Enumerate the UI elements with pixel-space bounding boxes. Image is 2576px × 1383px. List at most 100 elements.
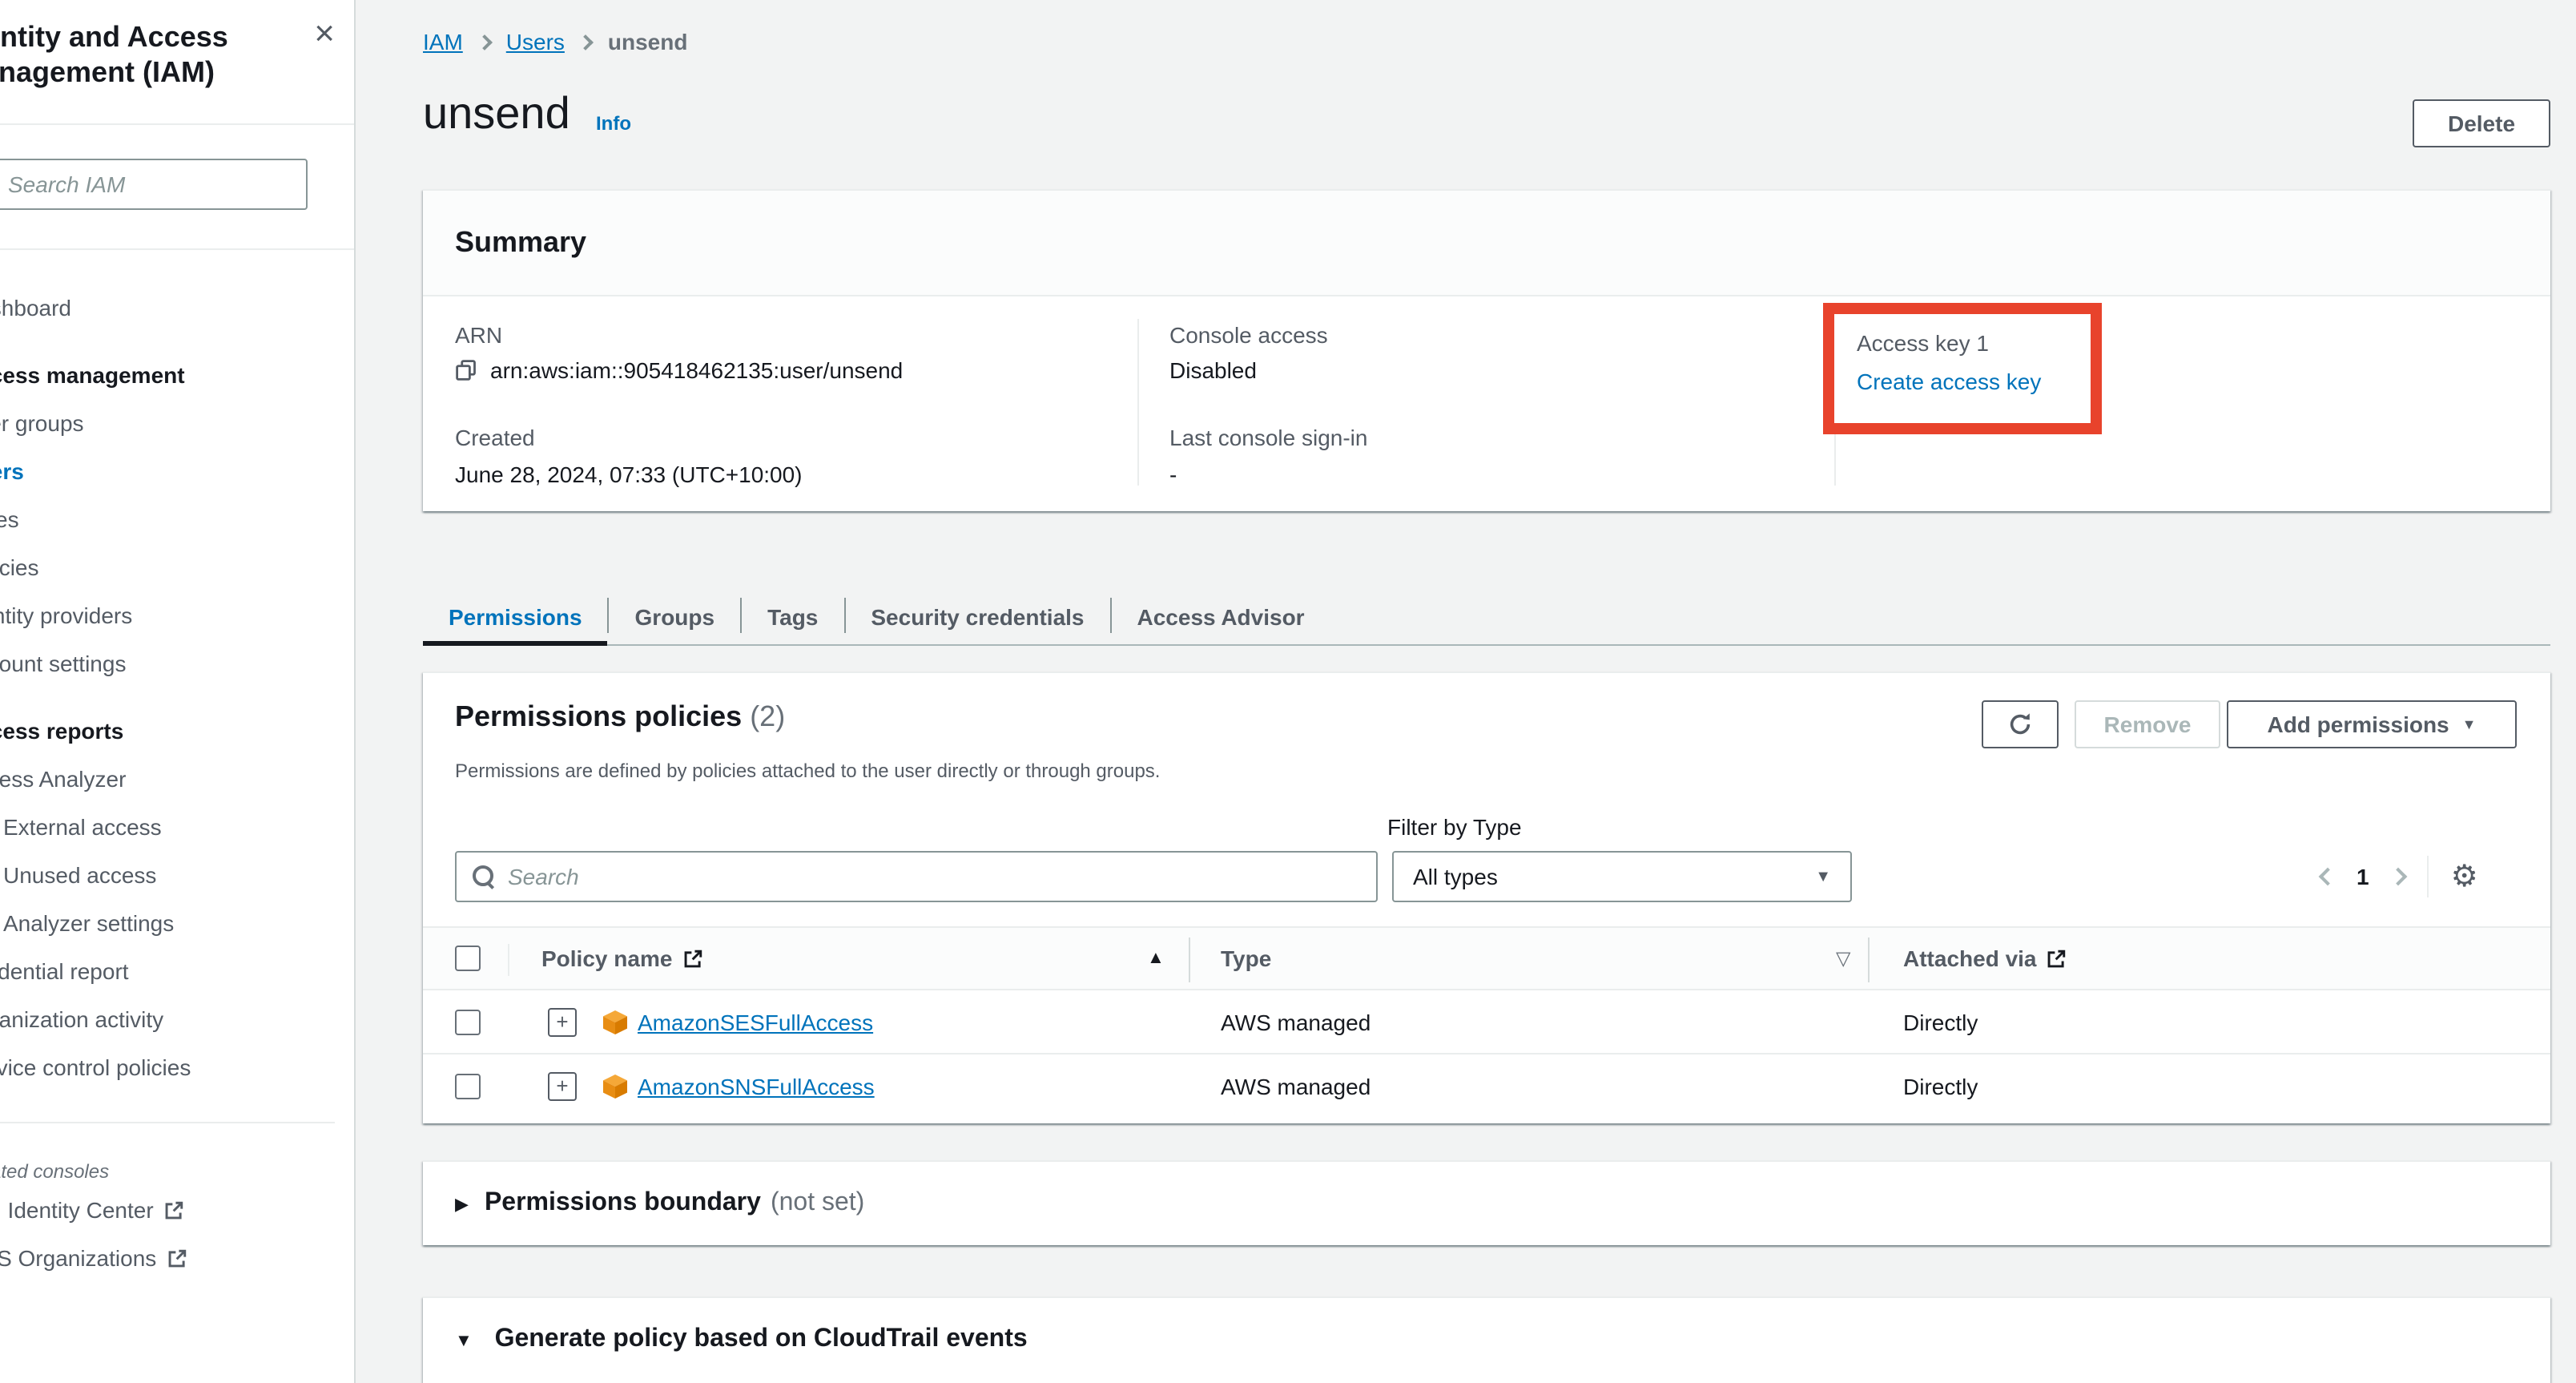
divider	[0, 123, 354, 125]
expand-down-icon[interactable]: ▼	[455, 1332, 473, 1351]
page-number[interactable]: 1	[2357, 864, 2369, 889]
table-row: + AmazonSNSFullAccess AWS managed Direct…	[423, 1054, 2550, 1119]
close-icon[interactable]: ×	[314, 16, 335, 51]
boundary-heading: Permissions boundary	[485, 1189, 761, 1218]
sidebar-item-external-access[interactable]: External access	[0, 803, 354, 851]
sidebar-nav: Dashboard Access management User groups …	[0, 284, 354, 1091]
search-icon	[473, 865, 495, 888]
policy-attached-via: Directly	[1903, 1074, 1978, 1099]
sidebar-item-roles[interactable]: Roles	[0, 495, 354, 543]
sidebar-item-dashboard[interactable]: Dashboard	[0, 284, 354, 332]
sidebar-item-account-settings[interactable]: Account settings	[0, 639, 354, 687]
remove-button[interactable]: Remove	[2075, 700, 2220, 748]
select-all-checkbox[interactable]	[455, 946, 481, 971]
breadcrumb: IAM Users unsend	[423, 29, 687, 54]
link-label: AWS Organizations	[0, 1245, 156, 1271]
created-label: Created	[455, 425, 535, 450]
filter-icon[interactable]: ▽	[1836, 947, 1850, 970]
tab-permissions[interactable]: Permissions	[423, 593, 608, 646]
column-type[interactable]: Type	[1221, 946, 1271, 971]
add-permissions-label: Add permissions	[2267, 712, 2449, 737]
create-access-key-link[interactable]: Create access key	[1857, 369, 2041, 394]
sidebar-item-aws-organizations[interactable]: AWS Organizations	[0, 1234, 354, 1282]
divider	[508, 944, 509, 976]
managed-policy-icon	[602, 1074, 628, 1099]
sidebar-item-analyzer-settings[interactable]: Analyzer settings	[0, 899, 354, 947]
link-label: IAM Identity Center	[0, 1197, 154, 1223]
last-signin-label: Last console sign-in	[1169, 425, 1368, 450]
breadcrumb-users-link[interactable]: Users	[506, 29, 565, 54]
boundary-not-set: (not set)	[771, 1189, 864, 1218]
sidebar-item-credential-report[interactable]: Credential report	[0, 947, 354, 995]
sidebar-item-user-groups[interactable]: User groups	[0, 399, 354, 447]
related-consoles-heading: Related consoles	[0, 1157, 354, 1186]
sidebar-item-identity-providers[interactable]: Identity providers	[0, 591, 354, 639]
tab-groups[interactable]: Groups	[610, 593, 741, 646]
sidebar-item-users[interactable]: Users	[0, 447, 354, 495]
row-checkbox[interactable]	[455, 1074, 481, 1099]
expand-right-icon[interactable]: ▶	[455, 1193, 469, 1214]
tab-security-credentials[interactable]: Security credentials	[845, 593, 1109, 646]
refresh-button[interactable]	[1982, 700, 2059, 748]
generate-policy-card[interactable]: ▼ Generate policy based on CloudTrail ev…	[423, 1296, 2550, 1383]
type-filter-value: All types	[1413, 864, 1498, 889]
column-label: Attached via	[1903, 946, 2037, 971]
next-page-icon[interactable]	[2389, 868, 2407, 886]
chevron-right-icon	[578, 34, 594, 50]
sidebar-search-input[interactable]	[0, 159, 308, 210]
sidebar-item-access-analyzer[interactable]: Access Analyzer	[0, 755, 354, 803]
sidebar-item-iam-identity-center[interactable]: IAM Identity Center	[0, 1186, 354, 1234]
breadcrumb-iam-link[interactable]: IAM	[423, 29, 463, 54]
info-link[interactable]: Info	[596, 112, 631, 135]
summary-heading: Summary	[455, 226, 586, 260]
arn-label: ARN	[455, 322, 502, 348]
column-label: Policy name	[541, 946, 672, 971]
caret-down-icon: ▼	[1815, 868, 1831, 885]
divider	[1868, 937, 1870, 982]
gear-icon[interactable]: ⚙	[2451, 861, 2478, 892]
policy-search-input[interactable]	[508, 864, 1360, 889]
divider	[1137, 319, 1139, 486]
tab-access-advisor[interactable]: Access Advisor	[1112, 593, 1330, 646]
row-checkbox[interactable]	[455, 1009, 481, 1034]
sidebar-item-service-control-policies[interactable]: Service control policies	[0, 1043, 354, 1091]
sidebar-item-policies[interactable]: Policies	[0, 543, 354, 591]
sort-ascending-icon[interactable]: ▲	[1147, 949, 1165, 968]
external-link-icon	[163, 1200, 184, 1221]
column-policy-name[interactable]: Policy name	[541, 946, 702, 971]
filter-by-type-label: Filter by Type	[1387, 814, 1522, 840]
table-header: Policy name ▲ Type ▽ Attached via	[423, 926, 2550, 990]
sidebar-item-organization-activity[interactable]: Organization activity	[0, 995, 354, 1043]
tab-strip: Permissions Groups Tags Security credent…	[423, 593, 2550, 646]
tab-tags[interactable]: Tags	[742, 593, 843, 646]
managed-policy-icon	[602, 1009, 628, 1034]
type-filter-select[interactable]: All types ▼	[1392, 851, 1852, 902]
access-key-label: Access key 1	[1857, 330, 1989, 356]
expand-row-icon[interactable]: +	[548, 1072, 577, 1101]
red-annotation-box: Access key 1 Create access key	[1823, 303, 2102, 434]
external-link-icon	[166, 1248, 187, 1269]
policy-link[interactable]: AmazonSNSFullAccess	[638, 1074, 875, 1099]
permissions-boundary-card[interactable]: ▶ Permissions boundary (not set)	[423, 1160, 2550, 1245]
console-access-label: Console access	[1169, 322, 1328, 348]
previous-page-icon[interactable]	[2319, 868, 2337, 886]
permissions-policies-card: Permissions policies (2) Remove Add perm…	[423, 671, 2550, 1123]
refresh-icon	[2007, 712, 2033, 737]
expand-row-icon[interactable]: +	[548, 1007, 577, 1036]
policy-type: AWS managed	[1221, 1009, 1371, 1034]
external-link-icon	[2047, 948, 2067, 969]
sidebar-item-unused-access[interactable]: Unused access	[0, 851, 354, 899]
table-row: + AmazonSESFullAccess AWS managed Direct…	[423, 990, 2550, 1054]
copy-icon[interactable]	[455, 359, 477, 381]
created-value: June 28, 2024, 07:33 (UTC+10:00)	[455, 462, 803, 487]
sidebar-section-access-management: Access management	[0, 351, 354, 399]
policy-attached-via: Directly	[1903, 1009, 1978, 1034]
column-label: Type	[1221, 946, 1271, 971]
iam-user-page: Identity and Access Management (IAM) × D…	[0, 0, 2576, 1383]
add-permissions-button[interactable]: Add permissions ▼	[2227, 700, 2517, 748]
policies-heading: Permissions policies (2)	[455, 700, 785, 734]
chevron-right-icon	[477, 34, 493, 50]
policies-description: Permissions are defined by policies atta…	[455, 760, 1161, 782]
delete-button[interactable]: Delete	[2413, 99, 2550, 147]
policy-link[interactable]: AmazonSESFullAccess	[638, 1009, 873, 1034]
